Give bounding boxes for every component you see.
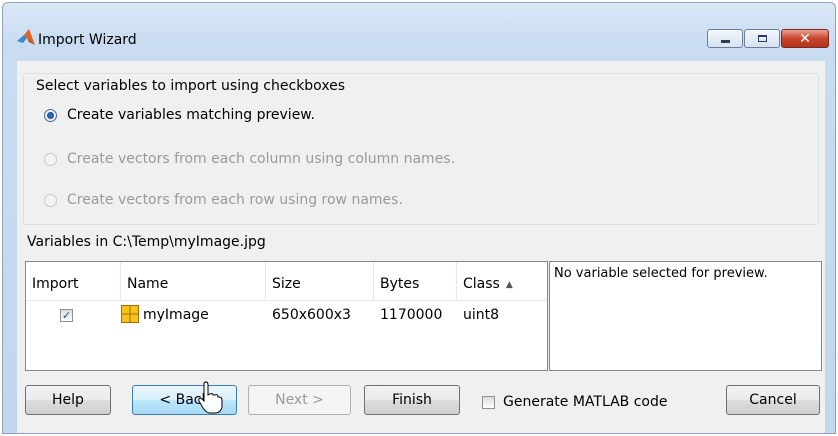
- matrix-variable-icon: [121, 305, 139, 323]
- cell-name: myImage: [143, 307, 209, 323]
- preview-message: No variable selected for preview.: [554, 266, 768, 281]
- import-checkbox[interactable]: ✓: [60, 309, 73, 322]
- minimize-icon: [720, 40, 730, 43]
- radio-label: Create vectors from each column using co…: [67, 151, 456, 167]
- window-title: Import Wizard: [38, 32, 137, 48]
- column-header-name[interactable]: Name: [121, 262, 266, 300]
- variables-table[interactable]: Import Name Size Bytes Class ▲ ✓ myImage …: [25, 261, 548, 371]
- radio-button-disabled[interactable]: [44, 193, 57, 207]
- radio-button-disabled[interactable]: [44, 152, 57, 166]
- table-row[interactable]: ✓ myImage 650x600x3 1170000 uint8: [26, 302, 547, 328]
- table-header: Import Name Size Bytes Class ▲: [26, 262, 547, 301]
- cell-class: uint8: [463, 307, 500, 323]
- title-bar[interactable]: Import Wizard ✕: [3, 3, 835, 48]
- cancel-button[interactable]: Cancel: [726, 385, 820, 415]
- checkbox-unchecked[interactable]: [482, 395, 495, 409]
- radio-button-selected[interactable]: [44, 108, 57, 122]
- column-header-import[interactable]: Import: [26, 262, 121, 300]
- radio-label: Create variables matching preview.: [67, 107, 315, 123]
- generate-code-label: Generate MATLAB code: [503, 394, 668, 410]
- import-wizard-window: Import Wizard ✕ Select variables to impo…: [2, 2, 836, 434]
- cell-size: 650x600x3: [272, 307, 351, 323]
- radio-label: Create vectors from each row using row n…: [67, 192, 403, 208]
- finish-button[interactable]: Finish: [364, 385, 460, 415]
- column-header-class[interactable]: Class ▲: [457, 262, 549, 300]
- cell-bytes: 1170000: [380, 307, 443, 323]
- generate-code-checkbox[interactable]: Generate MATLAB code: [482, 394, 667, 410]
- preview-pane: No variable selected for preview.: [549, 261, 822, 371]
- group-legend: Select variables to import using checkbo…: [34, 78, 348, 94]
- import-options-group: Select variables to import using checkbo…: [23, 73, 819, 225]
- mouse-cursor-icon: [198, 381, 223, 414]
- column-header-size[interactable]: Size: [266, 262, 374, 300]
- variables-file-label: Variables in C:\Temp\myImage.jpg: [27, 234, 266, 250]
- help-button[interactable]: Help: [25, 385, 111, 415]
- minimize-button[interactable]: [707, 29, 743, 48]
- radio-column-vectors[interactable]: Create vectors from each column using co…: [44, 151, 455, 167]
- matlab-logo-icon: [17, 29, 35, 45]
- close-button[interactable]: ✕: [781, 29, 829, 48]
- maximize-button[interactable]: [744, 29, 780, 48]
- next-button[interactable]: Next >: [248, 385, 351, 415]
- column-header-bytes[interactable]: Bytes: [374, 262, 457, 300]
- radio-row-vectors[interactable]: Create vectors from each row using row n…: [44, 192, 403, 208]
- maximize-icon: [757, 35, 767, 42]
- sort-ascending-icon: ▲: [505, 280, 513, 290]
- close-icon: ✕: [799, 30, 811, 47]
- radio-create-variables[interactable]: Create variables matching preview.: [44, 107, 315, 123]
- wizard-content: Select variables to import using checkbo…: [17, 61, 825, 433]
